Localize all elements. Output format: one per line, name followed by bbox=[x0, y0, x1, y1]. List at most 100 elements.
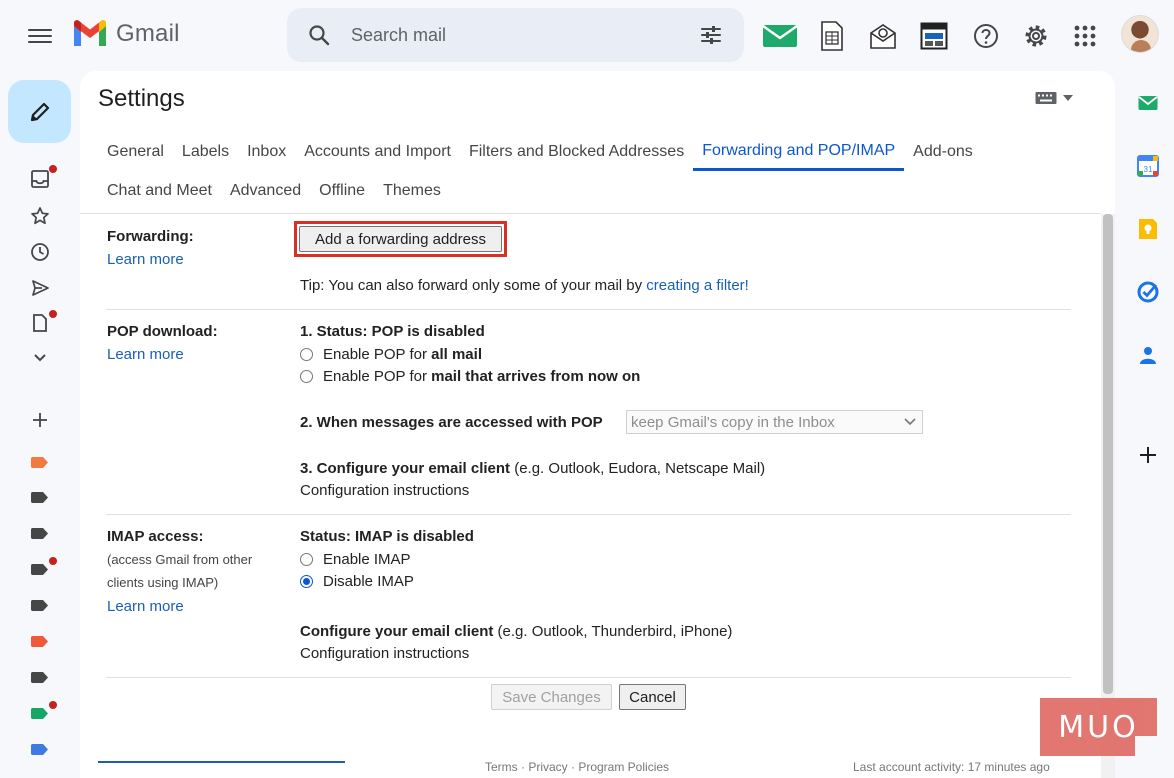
page-title: Settings bbox=[98, 85, 185, 112]
settings-panel: Settings General Labels Inbox Accounts a… bbox=[80, 71, 1115, 778]
settings-tabs-row-1: General Labels Inbox Accounts and Import… bbox=[98, 133, 982, 171]
imap-configure-note: (e.g. Outlook, Thunderbird, iPhone) bbox=[493, 623, 733, 640]
label-tag-icon[interactable] bbox=[31, 744, 48, 755]
imap-subtitle-line: clients using IMAP) bbox=[107, 575, 219, 590]
side-panel-tasks[interactable] bbox=[1136, 280, 1160, 304]
enable-imap-radio[interactable] bbox=[300, 553, 313, 566]
help-icon[interactable] bbox=[966, 16, 1006, 56]
imap-subtitle-line: (access Gmail from other bbox=[107, 552, 253, 567]
pop-configuration-instructions-link[interactable]: Configuration instructions bbox=[300, 482, 469, 499]
tab-general[interactable]: General bbox=[98, 133, 173, 171]
label-unread-dot bbox=[49, 557, 57, 565]
disable-imap-radio[interactable] bbox=[300, 575, 313, 588]
label-tag-icon[interactable] bbox=[31, 492, 48, 503]
scrollbar-thumb[interactable] bbox=[1103, 214, 1113, 694]
label-tag-icon[interactable] bbox=[31, 457, 48, 468]
pop-new-mail-radio[interactable] bbox=[300, 370, 313, 383]
account-avatar[interactable] bbox=[1121, 15, 1159, 53]
add-forwarding-address-button[interactable]: Add a forwarding address bbox=[299, 226, 502, 252]
gmail-logo[interactable]: Gmail bbox=[72, 20, 180, 48]
label-tag-icon[interactable] bbox=[31, 528, 48, 539]
nav-snoozed[interactable] bbox=[28, 240, 52, 264]
tab-chat-and-meet[interactable]: Chat and Meet bbox=[98, 177, 221, 205]
save-changes-button[interactable]: Save Changes bbox=[491, 684, 612, 710]
imap-learn-more-link[interactable]: Learn more bbox=[107, 598, 184, 615]
tab-offline[interactable]: Offline bbox=[310, 177, 374, 205]
label-tag-icon[interactable] bbox=[31, 564, 48, 575]
pop-access-select[interactable]: keep Gmail's copy in the Inbox bbox=[626, 410, 923, 434]
chevron-down-icon bbox=[34, 354, 46, 362]
pop-learn-more-link[interactable]: Learn more bbox=[107, 346, 184, 363]
label-tag-icon[interactable] bbox=[31, 600, 48, 611]
side-panel-mail[interactable] bbox=[1136, 91, 1160, 115]
tab-inbox[interactable]: Inbox bbox=[238, 133, 295, 171]
disable-imap-option[interactable]: Disable IMAP bbox=[300, 573, 414, 590]
side-panel-contacts[interactable] bbox=[1136, 343, 1160, 367]
side-panel-calendar[interactable]: 31 bbox=[1136, 154, 1160, 178]
forwarding-learn-more-link[interactable]: Learn more bbox=[107, 251, 184, 268]
gmail-wordmark: Gmail bbox=[116, 20, 180, 47]
footer-links[interactable]: Terms · Privacy · Program Policies bbox=[485, 760, 669, 774]
pop-option-text: Enable POP for bbox=[323, 368, 427, 385]
mail-tracker-extension-icon[interactable] bbox=[863, 16, 903, 56]
caret-down-icon bbox=[1063, 95, 1073, 101]
label-tag-icon[interactable] bbox=[31, 672, 48, 683]
nav-starred[interactable] bbox=[28, 204, 52, 228]
create-filter-link[interactable]: creating a filter! bbox=[646, 277, 749, 294]
settings-gear-icon[interactable] bbox=[1016, 16, 1056, 56]
cancel-button[interactable]: Cancel bbox=[619, 684, 686, 710]
pop-all-mail-radio[interactable] bbox=[300, 348, 313, 361]
label-tag-icon[interactable] bbox=[31, 708, 48, 719]
label-tag-icon[interactable] bbox=[31, 636, 48, 647]
draft-dot bbox=[49, 310, 57, 318]
apps-grid-icon[interactable] bbox=[1065, 16, 1105, 56]
search-options-icon[interactable] bbox=[699, 23, 723, 47]
nav-sent[interactable] bbox=[28, 276, 52, 300]
pencil-icon bbox=[30, 102, 49, 121]
pop-configure-label: 3. Configure your email client bbox=[300, 460, 511, 477]
imap-configuration-instructions-link[interactable]: Configuration instructions bbox=[300, 645, 469, 662]
imap-status: Status: IMAP is disabled bbox=[300, 528, 474, 545]
enable-imap-option[interactable]: Enable IMAP bbox=[300, 551, 411, 568]
side-panel-get-addons[interactable] bbox=[1136, 443, 1160, 467]
tab-accounts-and-import[interactable]: Accounts and Import bbox=[295, 133, 460, 171]
layout-extension-icon[interactable] bbox=[914, 16, 954, 56]
pop-configure-note: (e.g. Outlook, Eudora, Netscape Mail) bbox=[510, 460, 766, 477]
create-label-button[interactable] bbox=[28, 408, 52, 432]
email-extension-icon[interactable] bbox=[760, 16, 800, 56]
nav-more[interactable] bbox=[28, 346, 52, 370]
search-input[interactable] bbox=[351, 22, 671, 48]
star-icon bbox=[31, 207, 49, 225]
imap-access-subtitle: (access Gmail from other clients using I… bbox=[107, 548, 252, 594]
search-icon[interactable] bbox=[307, 23, 331, 47]
svg-text:31: 31 bbox=[1144, 165, 1153, 174]
tab-add-ons[interactable]: Add-ons bbox=[904, 133, 982, 171]
forwarding-tip-text: Tip: You can also forward only some of y… bbox=[300, 277, 647, 294]
main-menu-icon[interactable] bbox=[22, 22, 58, 50]
label-unread-dot bbox=[49, 701, 57, 709]
pop-new-mail-option[interactable]: Enable POP for mail that arrives from no… bbox=[300, 368, 640, 385]
keyboard-icon bbox=[1035, 92, 1057, 104]
pop-option-emphasis: mail that arrives from now on bbox=[431, 368, 641, 385]
tab-themes[interactable]: Themes bbox=[374, 177, 450, 205]
input-tools-button[interactable] bbox=[1035, 91, 1073, 105]
pop-all-mail-option[interactable]: Enable POP for all mail bbox=[300, 346, 482, 363]
chevron-down-icon bbox=[904, 418, 916, 426]
send-icon bbox=[32, 280, 49, 296]
compose-button[interactable] bbox=[8, 80, 71, 143]
forwarding-pop-imap-content: Forwarding: Learn more Add a forwarding … bbox=[80, 214, 1101, 778]
tab-advanced[interactable]: Advanced bbox=[221, 177, 310, 205]
plus-icon bbox=[1140, 447, 1156, 463]
tab-forwarding-and-pop-imap[interactable]: Forwarding and POP/IMAP bbox=[693, 133, 905, 171]
tab-filters-and-blocked-addresses[interactable]: Filters and Blocked Addresses bbox=[460, 133, 693, 171]
last-account-activity: Last account activity: 17 minutes ago bbox=[853, 760, 1050, 774]
content-scrollbar[interactable] bbox=[1101, 214, 1115, 778]
search-bar[interactable] bbox=[287, 8, 744, 62]
tab-labels[interactable]: Labels bbox=[173, 133, 238, 171]
sheet-extension-icon[interactable] bbox=[812, 16, 852, 56]
gmail-m-icon bbox=[74, 20, 106, 46]
pop-option-emphasis: all mail bbox=[431, 346, 482, 363]
side-panel-keep[interactable] bbox=[1136, 217, 1160, 241]
forwarding-label: Forwarding: bbox=[107, 228, 194, 245]
keep-icon bbox=[1139, 219, 1157, 239]
